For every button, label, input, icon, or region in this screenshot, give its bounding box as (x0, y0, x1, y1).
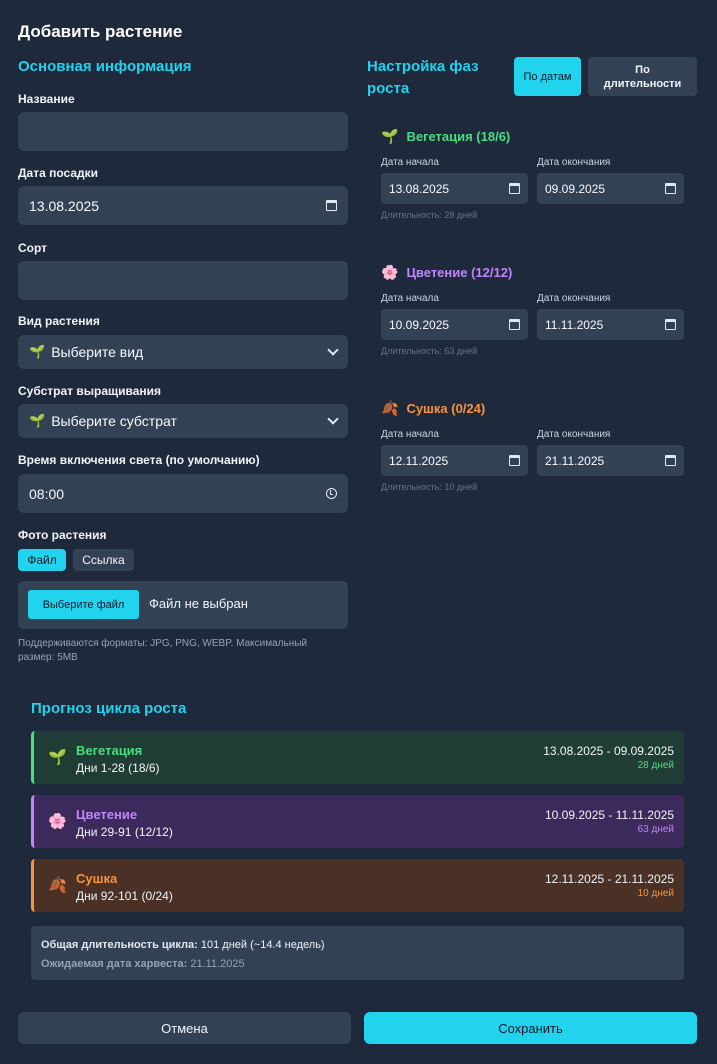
phase-vegetation-header: 🌱 Вегетация (18/6) (381, 128, 511, 144)
planting-date-label: Дата посадки (18, 166, 99, 180)
chevron-down-icon (327, 413, 339, 425)
plant-type-label: Вид растения (18, 314, 100, 328)
leaves-icon: 🍂 (48, 877, 67, 894)
photo-label: Фото растения (18, 528, 107, 542)
calendar-icon[interactable] (509, 183, 520, 194)
phase-flowering-header: 🌸 Цветение (12/12) (381, 264, 513, 280)
calendar-icon[interactable] (509, 455, 520, 466)
light-time-input[interactable]: 08:00 (18, 474, 348, 513)
cycle-summary: Общая длительность цикла: 101 дней (~14.… (31, 926, 684, 980)
total-duration: Общая длительность цикла: 101 дней (~14.… (41, 939, 325, 951)
phases-config-title: Настройка фаз роста (367, 58, 479, 97)
phase-start-label: Дата начала (381, 293, 439, 304)
vegetation-end-input[interactable]: 09.09.2025 (537, 173, 684, 204)
phase-drying-header: 🍂 Сушка (0/24) (381, 400, 486, 416)
no-file-text: Файл не выбран (149, 596, 248, 611)
phase-end-label: Дата окончания (537, 293, 611, 304)
forecast-title: Прогноз цикла роста (31, 700, 187, 717)
flowering-start-input[interactable]: 10.09.2025 (381, 309, 528, 340)
flower-icon: 🌸 (48, 813, 67, 830)
vegetation-duration: Длительность: 28 дней (381, 210, 478, 220)
sprout-icon: 🌱 (29, 413, 46, 428)
add-plant-modal: Добавить растение Основная информация На… (0, 0, 717, 1064)
harvest-date: Ожидаемая дата харвеста: 21.11.2025 (41, 958, 245, 970)
leaves-icon: 🍂 (381, 400, 399, 416)
sprout-icon: 🌱 (381, 128, 399, 144)
drying-end-input[interactable]: 21.11.2025 (537, 445, 684, 476)
vegetation-start-input[interactable]: 13.08.2025 (381, 173, 528, 204)
photo-tab-file[interactable]: Файл (18, 549, 66, 571)
sprout-icon: 🌱 (29, 344, 46, 359)
name-label: Название (18, 92, 75, 106)
choose-file-button[interactable]: Выберите файл (28, 590, 139, 619)
mode-by-duration-button[interactable]: По длительности (588, 57, 697, 96)
save-button[interactable]: Сохранить (364, 1012, 697, 1044)
cancel-button[interactable]: Отмена (18, 1012, 351, 1044)
phase-end-label: Дата окончания (537, 157, 611, 168)
planting-date-input[interactable]: 13.08.2025 (18, 186, 348, 225)
calendar-icon[interactable] (326, 200, 337, 211)
forecast-card-flowering: 🌸 Цветение Дни 29-91 (12/12) 10.09.2025 … (31, 795, 684, 848)
modal-title: Добавить растение (18, 22, 183, 41)
flowering-end-input[interactable]: 11.11.2025 (537, 309, 684, 340)
chevron-down-icon (327, 344, 339, 356)
forecast-card-vegetation: 🌱 Вегетация Дни 1-28 (18/6) 13.08.2025 -… (31, 731, 684, 784)
calendar-icon[interactable] (665, 455, 676, 466)
drying-duration: Длительность: 10 дней (381, 482, 478, 492)
calendar-icon[interactable] (509, 319, 520, 330)
flowering-duration: Длительность: 63 дней (381, 346, 478, 356)
phase-end-label: Дата окончания (537, 429, 611, 440)
drying-start-input[interactable]: 12.11.2025 (381, 445, 528, 476)
mode-by-dates-button[interactable]: По датам (514, 57, 581, 96)
name-input[interactable] (18, 112, 348, 151)
formats-hint: Поддерживаются форматы: JPG, PNG, WEBP. … (18, 638, 307, 663)
substrate-select[interactable]: 🌱 Выберите субстрат (18, 404, 348, 438)
clock-icon[interactable] (326, 488, 337, 499)
substrate-label: Субстрат выращивания (18, 384, 162, 398)
forecast-card-drying: 🍂 Сушка Дни 92-101 (0/24) 12.11.2025 - 2… (31, 859, 684, 912)
calendar-icon[interactable] (665, 319, 676, 330)
file-upload-field[interactable]: Выберите файл Файл не выбран (18, 581, 348, 629)
strain-input[interactable] (18, 261, 348, 300)
sprout-icon: 🌱 (48, 749, 67, 766)
photo-tab-link[interactable]: Ссылка (73, 549, 134, 571)
light-time-label: Время включения света (по умолчанию) (18, 453, 260, 467)
phase-start-label: Дата начала (381, 157, 439, 168)
calendar-icon[interactable] (665, 183, 676, 194)
phase-start-label: Дата начала (381, 429, 439, 440)
strain-label: Сорт (18, 241, 48, 255)
flower-icon: 🌸 (381, 264, 399, 280)
basic-info-title: Основная информация (18, 58, 192, 75)
plant-type-select[interactable]: 🌱 Выберите вид (18, 335, 348, 369)
